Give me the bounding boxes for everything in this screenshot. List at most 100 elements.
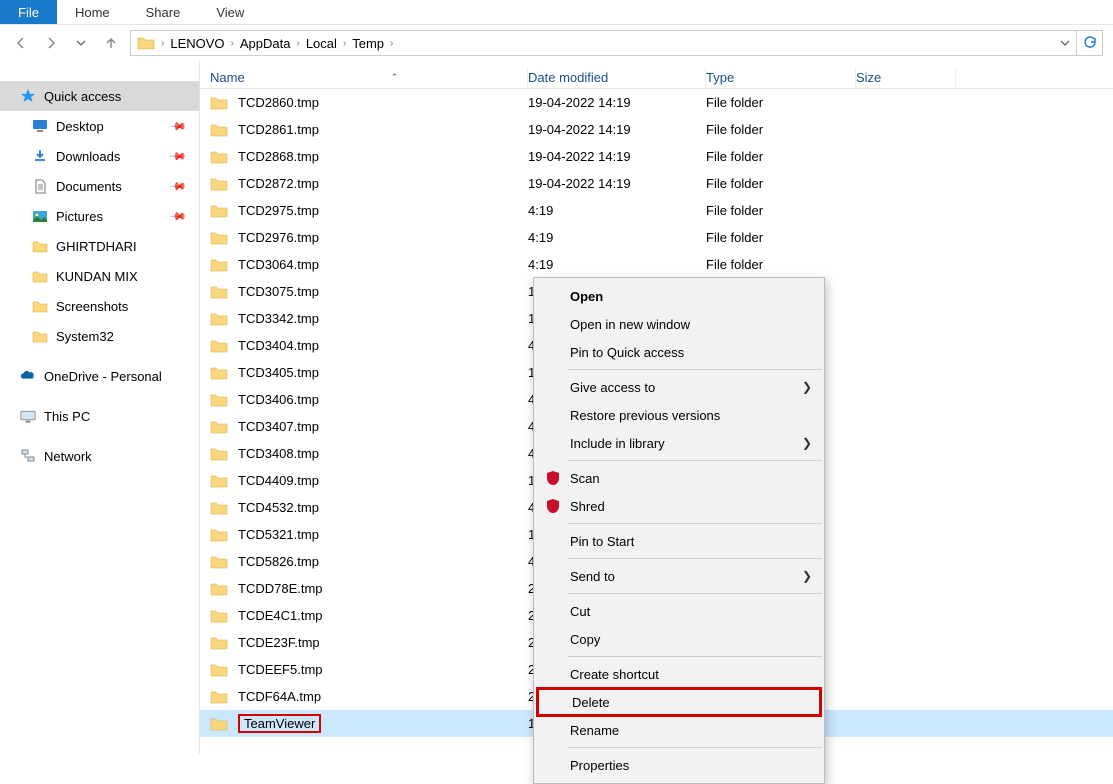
nav-back-button[interactable] [10,32,32,54]
ctx-give-access-to[interactable]: Give access to❯ [534,373,824,401]
sidebar-this-pc[interactable]: This PC [0,401,199,431]
breadcrumb-item[interactable]: LENOVO [170,36,224,51]
file-row[interactable]: TCD2975.tmp4:19File folder [200,197,1113,224]
sidebar-label: GHIRTDHARI [56,239,137,254]
breadcrumb-item[interactable]: Local [306,36,337,51]
folder-icon [210,150,228,164]
file-name: TCD3342.tmp [238,311,319,326]
folder-icon [210,96,228,110]
file-name: TCD3064.tmp [238,257,319,272]
sidebar-folder[interactable]: GHIRTDHARI [0,231,199,261]
folder-icon [210,609,228,623]
column-size[interactable]: Size [856,67,956,88]
address-bar[interactable]: › LENOVO › AppData › Local › Temp › [130,30,1077,56]
submenu-arrow-icon: ❯ [802,569,812,583]
ribbon-tab-home[interactable]: Home [57,0,128,24]
column-date[interactable]: Date modified [528,67,706,88]
ctx-copy[interactable]: Copy [534,625,824,653]
sidebar-documents[interactable]: Documents 📌 [0,171,199,201]
file-row[interactable]: TCD2872.tmp19-04-2022 14:19File folder [200,170,1113,197]
ctx-properties[interactable]: Properties [534,751,824,779]
sidebar-folder[interactable]: Screenshots [0,291,199,321]
folder-icon [210,123,228,137]
folder-icon [210,177,228,191]
file-name: TCD3405.tmp [238,365,319,380]
file-name: TCD2975.tmp [238,203,319,218]
ctx-restore-versions[interactable]: Restore previous versions [534,401,824,429]
file-list: Name⌃ Date modified Type Size TCD2860.tm… [200,61,1113,754]
ctx-open-new-window[interactable]: Open in new window [534,310,824,338]
breadcrumb-item[interactable]: Temp [352,36,384,51]
file-row[interactable]: TCD2860.tmp19-04-2022 14:19File folder [200,89,1113,116]
sidebar-onedrive[interactable]: OneDrive - Personal [0,361,199,391]
folder-icon [210,447,228,461]
ctx-pin-quick-access[interactable]: Pin to Quick access [534,338,824,366]
nav-recent-dropdown[interactable] [70,32,92,54]
file-row[interactable]: TCD3064.tmp 4:19File folder [200,251,1113,278]
ctx-scan[interactable]: Scan [534,464,824,492]
file-name: TeamViewer [238,714,321,733]
column-name[interactable]: Name⌃ [200,67,528,88]
folder-icon [210,501,228,515]
submenu-arrow-icon: ❯ [802,436,812,450]
shield-icon [544,498,562,514]
downloads-icon [32,149,48,163]
sidebar-quick-access[interactable]: Quick access [0,81,199,111]
folder-icon [32,270,48,283]
ctx-pin-start[interactable]: Pin to Start [534,527,824,555]
file-row[interactable]: TCD2861.tmp19-04-2022 14:19File folder [200,116,1113,143]
ribbon-tab-share[interactable]: Share [128,0,199,24]
menu-separator [568,460,822,461]
folder-icon [32,240,48,253]
sidebar-label: This PC [44,409,90,424]
pin-icon: 📌 [169,207,188,226]
file-row[interactable]: TCD2976.tmp4:19File folder [200,224,1113,251]
file-date: 19-04-2022 14:19 [528,122,706,137]
sidebar-label: Quick access [44,89,121,104]
nav-forward-button[interactable] [40,32,62,54]
sidebar-folder[interactable]: KUNDAN MIX [0,261,199,291]
sidebar-label: Pictures [56,209,103,224]
chevron-right-icon: › [294,38,301,49]
breadcrumb-item[interactable]: AppData [240,36,291,51]
ribbon-tab-view[interactable]: View [198,0,262,24]
sidebar-network[interactable]: Network [0,441,199,471]
menu-separator [568,369,822,370]
ctx-shred[interactable]: Shred [534,492,824,520]
ctx-cut[interactable]: Cut [534,597,824,625]
sidebar-label: OneDrive - Personal [44,369,162,384]
folder-icon [210,474,228,488]
file-name: TCD4409.tmp [238,473,319,488]
sidebar-label: Desktop [56,119,104,134]
sidebar-label: Network [44,449,92,464]
navigation-bar: › LENOVO › AppData › Local › Temp › [0,25,1113,61]
ctx-create-shortcut[interactable]: Create shortcut [534,660,824,688]
file-type: File folder [706,257,856,272]
file-name: TCD2868.tmp [238,149,319,164]
sidebar-pictures[interactable]: Pictures 📌 [0,201,199,231]
folder-icon [210,285,228,299]
address-dropdown-icon[interactable] [1060,38,1070,48]
ctx-delete[interactable]: Delete [536,687,822,717]
sidebar-downloads[interactable]: Downloads 📌 [0,141,199,171]
sort-caret-icon: ⌃ [391,72,399,83]
nav-up-button[interactable] [100,32,122,54]
column-type[interactable]: Type [706,67,856,88]
file-row[interactable]: TCD2868.tmp19-04-2022 14:19File folder [200,143,1113,170]
ribbon-file-tab[interactable]: File [0,0,57,24]
file-type: File folder [706,122,856,137]
folder-icon [210,366,228,380]
onedrive-icon [20,370,36,382]
sidebar-folder[interactable]: System32 [0,321,199,351]
refresh-button[interactable] [1077,30,1103,56]
sidebar-desktop[interactable]: Desktop 📌 [0,111,199,141]
folder-icon [210,231,228,245]
file-name: TCD5826.tmp [238,554,319,569]
folder-icon [137,36,155,50]
ctx-include-library[interactable]: Include in library❯ [534,429,824,457]
file-date: 4:19 [528,257,706,272]
ctx-send-to[interactable]: Send to❯ [534,562,824,590]
ctx-rename[interactable]: Rename [534,716,824,744]
file-name: TCDE4C1.tmp [238,608,323,623]
ctx-open[interactable]: Open [534,282,824,310]
